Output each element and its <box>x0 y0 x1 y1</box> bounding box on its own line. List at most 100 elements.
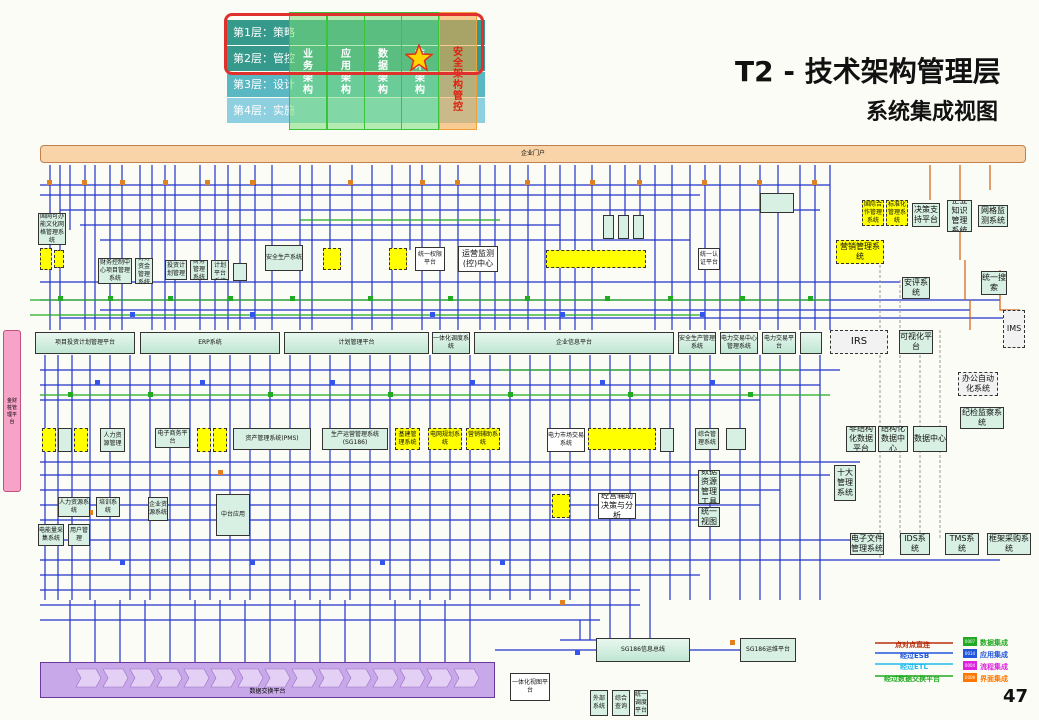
system-box: TMS系统 <box>945 533 979 555</box>
system-box: 中台应用 <box>216 494 250 536</box>
system-box: 投资计划管理 <box>165 260 187 280</box>
system-box: 十大管理系统 <box>834 465 856 501</box>
system-box: IDS系统 <box>900 533 930 555</box>
system-box: 电子文件管理系统 <box>850 533 884 555</box>
system-box <box>618 215 629 239</box>
system-box <box>603 215 614 239</box>
system-box: IRS <box>830 330 888 354</box>
system-box: 经营辅助决策与分析 <box>598 493 636 519</box>
legend-badge-label: 流程集成 <box>980 663 1008 671</box>
system-box: 基建管理系统 <box>395 428 420 450</box>
system-box: 生产运营管理系统(SG186) <box>322 428 388 450</box>
data-exchange-label: 数据交换平台 <box>249 688 286 695</box>
system-group <box>546 250 646 268</box>
system-box: 外部系统 <box>590 690 608 716</box>
system-box: 财务控制中心项目管理系统 <box>98 258 132 284</box>
operations-center-box: 运营监测(控)中心 <box>458 246 498 272</box>
system-box: 营销管理系统 <box>836 240 884 264</box>
system-box: 办公自动化系统 <box>958 372 998 396</box>
system-box: 安评系统 <box>902 277 930 299</box>
legend-badge: 0008 <box>963 673 977 682</box>
system-box <box>40 248 52 270</box>
system-box: 人力资源系统 <box>58 497 90 517</box>
legend-line-1: 点对点直连 <box>895 641 930 649</box>
left-platform-bar: 金财桩管理平台 <box>3 330 21 492</box>
system-box: 企业资源系统 <box>148 497 168 521</box>
system-box <box>233 263 247 281</box>
system-box: 一体化视图平台 <box>510 673 550 701</box>
system-box: 国网可办能文化网格管理系统 <box>38 213 66 245</box>
system-box: SG186运维平台 <box>740 638 796 662</box>
system-box: 安全生产管理系统 <box>678 332 716 354</box>
system-box: 企业知识管理系统 <box>947 200 972 232</box>
system-box: 人力资源管理 <box>100 428 125 452</box>
system-box: 统一权限平台 <box>415 247 445 271</box>
legend-badge: 0014 <box>963 649 977 658</box>
enterprise-portal-bar: 企业门户 <box>40 145 1026 163</box>
legend-badge: 0004 <box>963 661 977 670</box>
system-box: ERP系统 <box>140 332 280 354</box>
system-box: 电力交易平台 <box>762 332 796 354</box>
system-box: 资产管理系统(PMS) <box>233 428 311 450</box>
connection-lines <box>30 165 1020 665</box>
page-number: 47 <box>1003 686 1029 707</box>
system-box: 安全生产系统 <box>265 245 303 271</box>
system-box <box>760 193 794 213</box>
system-box: 财务管理系统 <box>190 260 208 280</box>
system-box <box>552 494 570 518</box>
legend-line-2: 经过ESB <box>900 652 930 660</box>
system-box: 数据资源管理工具 <box>698 470 720 504</box>
system-box <box>633 215 644 239</box>
system-box: 一体化调度系统 <box>432 332 470 354</box>
system-group <box>588 428 656 450</box>
system-box: 财务资金管理系统 <box>135 258 153 284</box>
system-box: IMS <box>1003 310 1025 348</box>
system-box: 非结构化数据平台 <box>846 426 876 452</box>
system-box: 国际合作管理系统 <box>862 200 884 226</box>
system-box: 网格监测系统 <box>978 205 1008 227</box>
system-box <box>389 248 407 270</box>
system-box: 框架采购系统 <box>987 533 1031 555</box>
system-box <box>58 428 72 452</box>
data-exchange-bar: 数据交换平台 <box>40 662 495 698</box>
system-box: 统一搜索 <box>981 271 1007 295</box>
system-box <box>323 248 341 270</box>
system-box: 电力市场交易系统 <box>547 428 585 452</box>
legend-line-3: 经过ETL <box>900 663 929 671</box>
system-box <box>660 428 674 452</box>
system-box: 决策支持平台 <box>912 203 940 227</box>
system-box: 统一调度平台 <box>634 690 648 716</box>
system-box: 综合查询 <box>612 690 630 716</box>
system-box: 数据中心 <box>913 426 947 452</box>
system-box: 电子商务平台 <box>155 428 190 448</box>
system-box: 统一认证平台 <box>698 248 720 270</box>
system-box: 综合管理系统 <box>695 428 719 450</box>
system-box: 纪检监察系统 <box>960 407 1004 429</box>
system-box <box>800 332 822 354</box>
system-box: 用户管理 <box>68 524 90 546</box>
system-box: 财务计划平台系统 <box>211 260 229 280</box>
legend-badge-label: 应用集成 <box>980 651 1008 659</box>
system-box <box>197 428 211 452</box>
legend-badge-label: 界面集成 <box>980 675 1008 683</box>
system-box <box>54 250 64 268</box>
legend-badge-label: 数据集成 <box>980 639 1008 647</box>
system-box <box>74 428 88 452</box>
system-box <box>726 428 746 450</box>
legend-line-4: 经过数据交换平台 <box>884 675 940 683</box>
system-box: 电力交易中心管理系统 <box>720 332 758 354</box>
system-box: 营销辅助系统 <box>466 428 500 450</box>
system-box: 可视化平台 <box>899 330 933 354</box>
system-box <box>213 428 227 452</box>
system-box: 计划管理平台 <box>284 332 429 354</box>
system-box <box>42 428 56 452</box>
legend-badge: 0007 <box>963 637 977 646</box>
system-box: 统一视图 <box>698 507 720 527</box>
system-box: 结构化数据中心 <box>878 426 908 452</box>
system-box: 电网规划系统 <box>428 428 462 450</box>
system-box: SG186信息总线 <box>596 638 690 662</box>
system-box: 培训系统 <box>96 497 120 517</box>
system-box: 电能量采集系统 <box>38 524 64 546</box>
system-box: 标准化管理系统 <box>886 200 908 226</box>
system-box: 企业信息平台 <box>474 332 674 354</box>
